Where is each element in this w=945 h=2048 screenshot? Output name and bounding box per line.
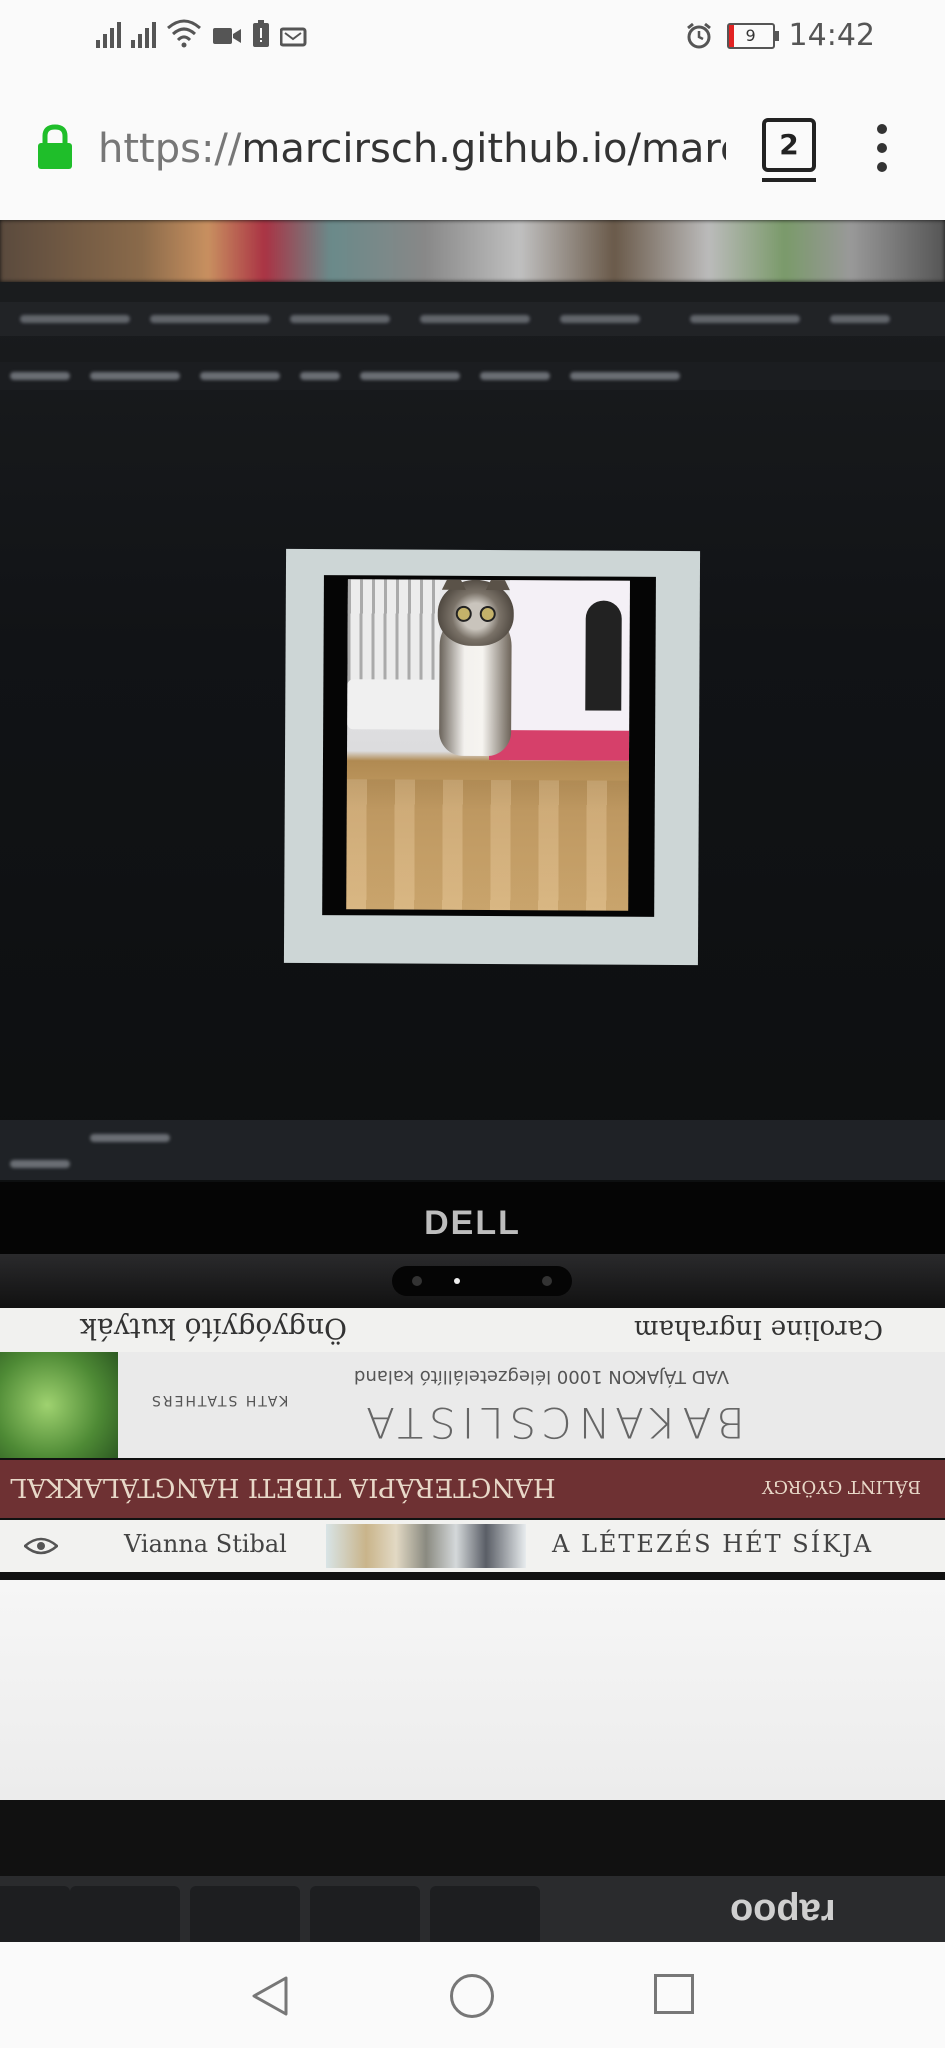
recent-apps-icon[interactable] [654,1974,694,2014]
book3-title: HANGTERÁPIA TIBETI HANGTÁLAKKAL [10,1472,556,1502]
status-icons-left [96,18,308,48]
book-spine-1: Öngyógyító kutyák Caroline Ingraham [0,1308,945,1352]
cat-photo [346,579,630,911]
browser-toolbar: https://marcirsch.github.io/marcir 2 [0,76,945,221]
overflow-menu-icon[interactable] [876,124,888,172]
blurred-bookmark-bar [0,362,945,390]
eye-logo-icon [24,1537,58,1555]
book3-author: BÁLINT GYÖRGY [762,1476,921,1497]
book1-author: Caroline Ingraham [634,1314,883,1344]
back-icon[interactable] [248,1974,292,2018]
battery-level: 9 [745,25,756,45]
background-shelf [0,220,945,282]
tab-switcher-button[interactable]: 2 [762,118,816,182]
book-spine-2: KATH STATHERS VAD TÁJAKON 1000 lélegzete… [0,1352,945,1458]
keyboard: rapoo [0,1876,945,1942]
blurred-taskbar [0,1120,945,1180]
wifi-icon [167,19,201,48]
signal-2-icon [131,18,156,48]
book-spine-4: Vianna Stibal A LÉTEZÉS HÉT SÍKJA [0,1520,945,1572]
webcam [392,1266,572,1296]
book4-author: Vianna Stibal [124,1530,287,1558]
ar-marker-frame [283,548,701,966]
frog-cover-art [0,1352,118,1458]
url-protocol: https:// [98,126,242,172]
cat [433,579,518,758]
status-bar: 9 14:42 [0,0,945,76]
book2-author: KATH STATHERS [150,1392,289,1408]
url-field[interactable]: https://marcirsch.github.io/marcir [98,126,726,172]
book1-title: Öngyógyító kutyák [80,1312,348,1345]
battery-icon: 9 [726,22,779,49]
status-icons-right: 9 14:42 [685,18,875,53]
book4-title: A LÉTEZÉS HÉT SÍKJA [552,1530,874,1558]
system-navigation-bar [0,1942,945,2048]
blurred-tab-strip [0,302,945,336]
clock: 14:42 [788,18,875,53]
lock-icon[interactable] [36,124,74,170]
laptop-hinge [0,1254,945,1308]
book-spine-3: HANGTERÁPIA TIBETI HANGTÁLAKKAL BÁLINT G… [0,1460,945,1518]
book2-subtitle: VAD TÁJAKON 1000 lélegzetelállító kaland [354,1366,730,1387]
notification-icon [280,27,307,47]
home-icon[interactable] [450,1974,494,2018]
battery-level-fill [728,24,734,47]
alarm-icon [686,22,711,48]
book2-title: BAKANCSLISTA [360,1398,745,1447]
laptop-screen [0,282,945,1182]
signal-1-icon [96,18,121,48]
battery-saver-icon [253,20,269,47]
white-table-surface [0,1580,945,1800]
url-host: marcirsch.github.io/marcir [241,126,726,172]
video-call-icon [213,28,241,44]
camera-viewport[interactable]: DELL Öngyógyító kutyák Caroline Ingraham… [0,220,945,1942]
keyboard-brand: rapoo [730,1891,836,1933]
book4-cover-strip [326,1524,526,1568]
dell-logo: DELL [424,1204,521,1242]
